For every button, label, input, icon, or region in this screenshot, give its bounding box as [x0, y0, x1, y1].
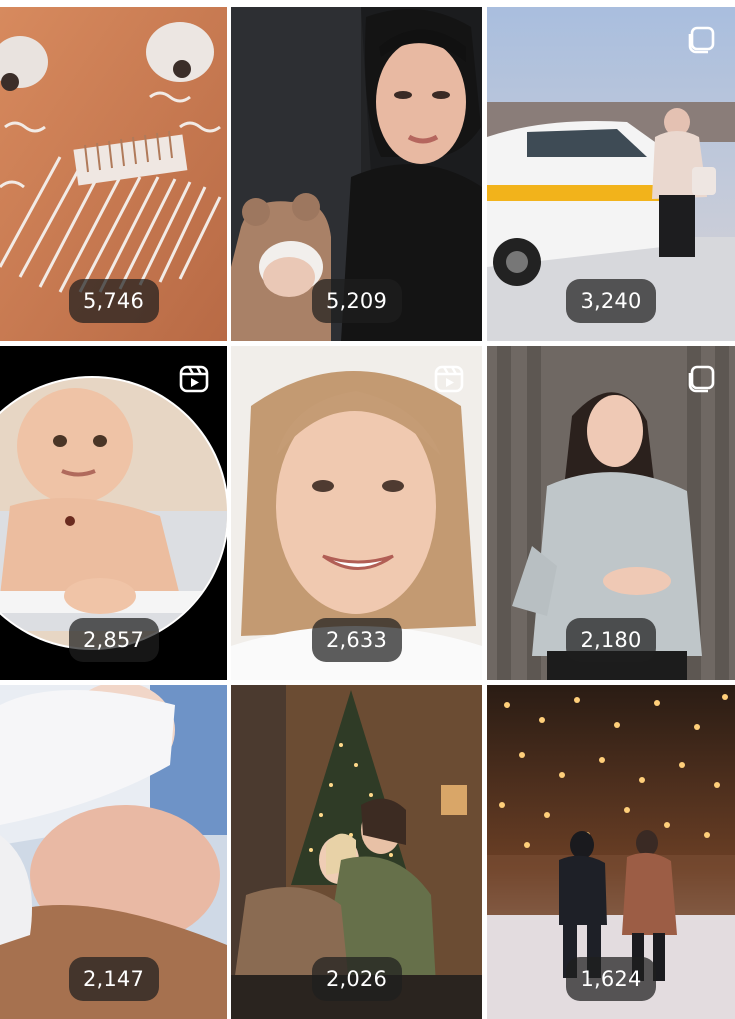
post-tile[interactable]: 1,624	[487, 685, 735, 1019]
view-count: 2,633	[311, 618, 402, 662]
view-count: 5,209	[311, 279, 402, 323]
view-count: 2,857	[68, 618, 159, 662]
posts-grid: 5,746 5,209 3,240 2,857 2,633 2,180 2,14…	[0, 0, 735, 1019]
view-count: 5,746	[68, 279, 159, 323]
reels-icon	[434, 364, 464, 394]
view-count: 3,240	[566, 279, 656, 323]
view-count: 2,026	[311, 957, 402, 1001]
post-tile[interactable]: 2,180	[487, 346, 735, 680]
post-tile[interactable]: 5,746	[0, 7, 227, 341]
post-tile[interactable]: 2,857	[0, 346, 227, 680]
view-count: 2,180	[566, 618, 656, 662]
post-tile[interactable]: 2,147	[0, 685, 227, 1019]
reels-icon	[179, 364, 209, 394]
post-tile[interactable]: 2,633	[231, 346, 482, 680]
post-tile[interactable]: 5,209	[231, 7, 482, 341]
view-count: 2,147	[68, 957, 159, 1001]
carousel-icon	[687, 25, 717, 55]
carousel-icon	[687, 364, 717, 394]
post-tile[interactable]: 2,026	[231, 685, 482, 1019]
post-tile[interactable]: 3,240	[487, 7, 735, 341]
view-count: 1,624	[566, 957, 656, 1001]
